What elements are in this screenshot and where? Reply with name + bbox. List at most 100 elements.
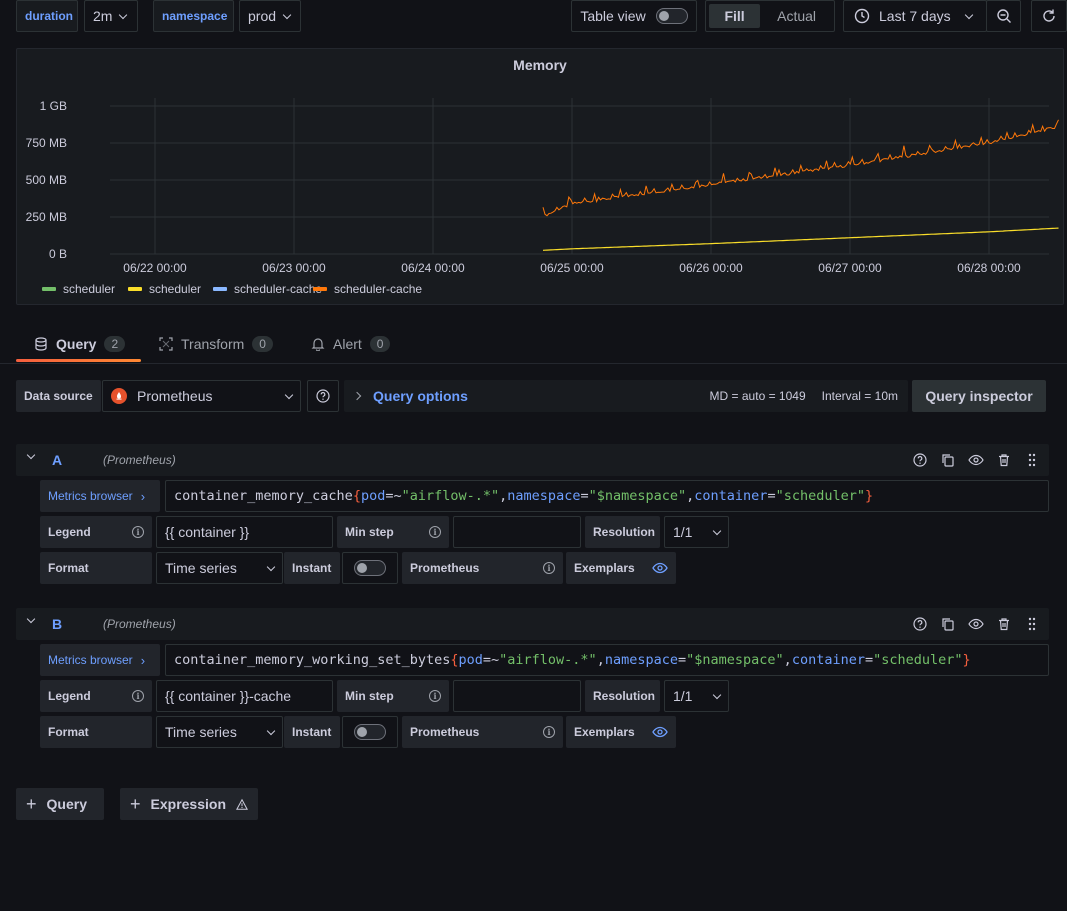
exemplars-label-b[interactable]: Exemplars [566, 716, 676, 748]
prometheus-type-label-a: Prometheus i [402, 552, 563, 584]
query-a-header: A (Prometheus) [16, 444, 1049, 476]
expr-namespace-value: "$namespace" [588, 488, 687, 504]
query-a-letter[interactable]: A [52, 452, 62, 468]
help-icon[interactable] [911, 615, 929, 633]
table-view-switch[interactable] [655, 8, 688, 24]
x-tick-label: 06/22 00:00 [123, 261, 187, 275]
tab-transform[interactable]: Transform 0 [159, 324, 273, 364]
resolution-select-a[interactable]: 1/1 [664, 516, 729, 548]
drag-handle-icon[interactable] [1023, 451, 1041, 469]
format-select-b[interactable]: Time series [156, 716, 283, 748]
expr-op: =~ [385, 488, 402, 504]
query-options-label[interactable]: Query options [373, 388, 468, 404]
eye-icon[interactable] [967, 451, 985, 469]
format-value: Time series [165, 724, 237, 740]
collapse-chevron-icon[interactable] [26, 614, 36, 624]
x-tick-label: 06/27 00:00 [818, 261, 882, 275]
collapse-chevron-icon[interactable] [26, 450, 36, 460]
prometheus-logo-icon [111, 388, 127, 404]
resolution-label-b: Resolution [585, 680, 660, 712]
add-expression-button[interactable]: + Expression [120, 788, 258, 820]
info-icon: i [429, 690, 441, 702]
info-icon: i [132, 526, 144, 538]
min-step-label-text: Min step [345, 525, 394, 539]
expr-label-namespace: namespace [604, 652, 678, 668]
legend-swatch [213, 287, 227, 291]
x-tick-label: 06/25 00:00 [540, 261, 604, 275]
instant-toggle-b[interactable] [342, 716, 398, 748]
min-step-label-b: Min step i [337, 680, 449, 712]
tab-transform-count: 0 [252, 336, 273, 352]
variable-duration-select[interactable]: 2m [84, 0, 138, 32]
chevron-down-icon [282, 10, 292, 19]
trash-icon[interactable] [995, 451, 1013, 469]
instant-label-a: Instant [284, 552, 340, 584]
time-picker-button[interactable]: Last 7 days [843, 0, 987, 32]
exemplars-label-a[interactable]: Exemplars [566, 552, 676, 584]
add-expression-label: Expression [150, 796, 226, 812]
min-step-input-a[interactable] [453, 516, 581, 548]
chevron-right-icon: › [140, 652, 146, 668]
help-icon[interactable] [911, 451, 929, 469]
chevron-down-icon [266, 562, 276, 571]
fill-button[interactable]: Fill [709, 4, 761, 28]
tab-transform-label: Transform [181, 336, 245, 352]
variable-namespace-select[interactable]: prod [239, 0, 301, 32]
copy-icon[interactable] [939, 451, 957, 469]
expr-op: = [580, 488, 589, 504]
datasource-select[interactable]: Prometheus [102, 380, 301, 412]
metrics-browser-label: Metrics browser [48, 489, 133, 503]
tab-query-count: 2 [104, 336, 126, 352]
eye-icon[interactable] [652, 562, 668, 574]
zoom-out-button[interactable] [986, 0, 1021, 32]
query-a-expression-input[interactable]: container_memory_cache{pod =~ "airflow-.*"… [165, 480, 1049, 512]
interval-info: Interval = 10m [821, 389, 898, 403]
instant-switch[interactable] [354, 724, 386, 740]
md-info: MD = auto = 1049 [709, 389, 806, 403]
actual-button[interactable]: Actual [762, 4, 831, 28]
legend-swatch [128, 287, 142, 291]
metrics-browser-button-a[interactable]: Metrics browser › [40, 480, 160, 512]
eye-icon[interactable] [652, 726, 668, 738]
table-view-toggle[interactable]: Table view [571, 0, 697, 32]
refresh-icon [1043, 9, 1055, 22]
query-b-expression-input[interactable]: container_memory_working_set_bytes{pod =~… [165, 644, 1049, 676]
series-line-scheduler [542, 227, 1059, 251]
variable-namespace-label: namespace [153, 0, 234, 32]
tab-query[interactable]: Query 2 [34, 324, 126, 364]
eye-icon[interactable] [967, 615, 985, 633]
add-query-label: Query [46, 796, 87, 812]
query-options-row[interactable]: Query options MD = auto = 1049 Interval … [344, 380, 908, 412]
memory-panel: Memory 1 GB 750 MB 500 MB 250 MB 0 B 06/22 00… [16, 48, 1064, 305]
datasource-help-button[interactable] [307, 380, 339, 412]
format-select-a[interactable]: Time series [156, 552, 283, 584]
copy-icon[interactable] [939, 615, 957, 633]
time-range-label: Last 7 days [879, 8, 951, 24]
refresh-button[interactable] [1031, 0, 1067, 32]
min-step-input-b[interactable] [453, 680, 581, 712]
query-b-letter[interactable]: B [52, 616, 62, 632]
legend-input-b[interactable]: {{ container }}-cache [156, 680, 333, 712]
legend-label: scheduler [149, 282, 201, 296]
add-query-button[interactable]: + Query [16, 788, 104, 820]
tab-alert[interactable]: Alert 0 [311, 324, 391, 364]
query-inspector-button[interactable]: Query inspector [912, 380, 1046, 412]
zoom-out-icon [996, 9, 1011, 23]
drag-handle-icon[interactable] [1023, 615, 1041, 633]
editor-tabs: Query 2 Transform 0 Alert 0 [0, 324, 1067, 364]
instant-switch[interactable] [354, 560, 386, 576]
variable-duration-label: duration [16, 0, 78, 32]
query-b-actions [911, 615, 1041, 633]
instant-toggle-a[interactable] [342, 552, 398, 584]
y-tick-label: 250 MB [26, 210, 67, 224]
legend-input-a[interactable]: {{ container }} [156, 516, 333, 548]
trash-icon[interactable] [995, 615, 1013, 633]
metrics-browser-label: Metrics browser [48, 653, 133, 667]
info-icon: i [543, 726, 555, 738]
expr-op: = [767, 488, 776, 504]
resolution-select-b[interactable]: 1/1 [664, 680, 729, 712]
x-tick-label: 06/23 00:00 [262, 261, 326, 275]
metrics-browser-button-b[interactable]: Metrics browser › [40, 644, 160, 676]
info-icon: i [429, 526, 441, 538]
active-tab-indicator [16, 359, 141, 362]
